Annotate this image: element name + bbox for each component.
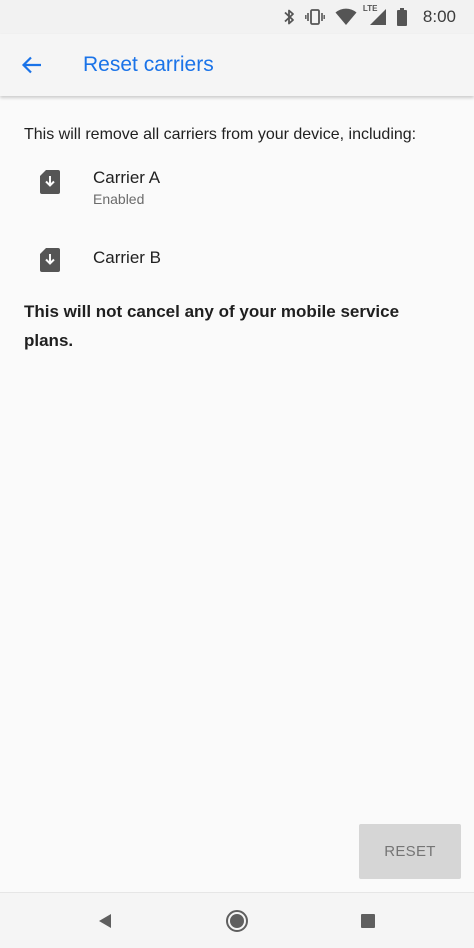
carrier-name: Carrier B <box>93 248 162 267</box>
carrier-item-b: Carrier B <box>24 247 450 297</box>
sim-download-icon <box>40 248 60 272</box>
app-bar: Reset carriers <box>0 34 474 96</box>
nav-back-icon <box>99 914 111 928</box>
notice-text: This will not cancel any of your mobile … <box>24 302 400 350</box>
back-button[interactable] <box>0 34 64 96</box>
carrier-status: Enabled <box>93 191 145 207</box>
bluetooth-icon <box>284 9 294 25</box>
status-time: 8:00 <box>422 7 456 26</box>
page-title: Reset carriers <box>83 53 214 76</box>
nav-back-button[interactable] <box>75 893 135 948</box>
intro-text: This will remove all carriers from your … <box>24 126 417 143</box>
nav-home-button[interactable] <box>207 893 267 948</box>
arrow-back-icon <box>21 56 41 74</box>
status-bar: LTE 8:00 <box>0 0 474 34</box>
content: This will remove all carriers from your … <box>0 96 474 355</box>
vibrate-icon <box>305 9 325 25</box>
carrier-item-a: Carrier A Enabled <box>24 167 450 229</box>
sim-download-icon <box>40 170 60 194</box>
nav-recents-button[interactable] <box>338 893 398 948</box>
reset-button[interactable]: RESET <box>359 824 461 879</box>
battery-icon <box>396 8 407 26</box>
lte-label: LTE <box>362 4 378 13</box>
lte-signal-icon: LTE <box>363 4 387 26</box>
wifi-icon <box>335 8 357 25</box>
nav-home-icon <box>226 910 248 932</box>
nav-recents-icon <box>361 914 375 928</box>
carrier-name: Carrier A <box>93 168 161 187</box>
nav-bar <box>0 892 474 948</box>
